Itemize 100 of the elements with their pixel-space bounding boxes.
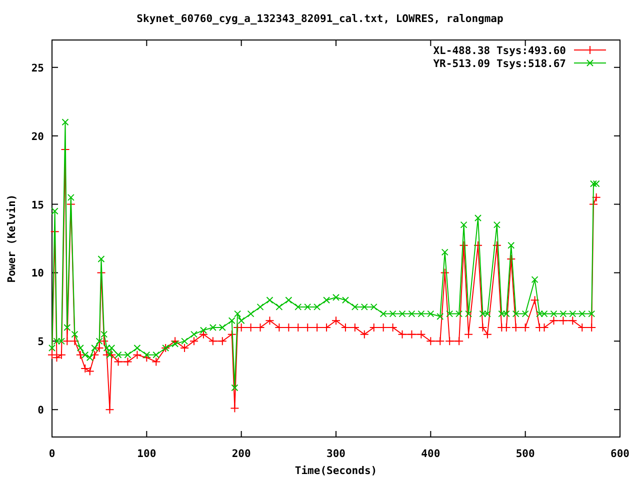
data-point bbox=[48, 350, 56, 360]
data-point bbox=[426, 336, 436, 346]
data-point bbox=[107, 350, 116, 360]
data-point bbox=[98, 256, 105, 263]
data-point bbox=[208, 336, 218, 346]
data-point bbox=[94, 344, 104, 353]
data-point bbox=[247, 310, 254, 318]
data-point bbox=[342, 296, 349, 304]
data-point bbox=[105, 405, 114, 414]
data-point bbox=[265, 316, 274, 326]
data-point bbox=[398, 330, 407, 339]
data-point bbox=[508, 242, 515, 249]
data-point bbox=[436, 313, 444, 320]
data-point bbox=[236, 322, 246, 332]
data-point bbox=[294, 303, 302, 310]
data-point bbox=[474, 214, 482, 222]
legend-label: XL-488.38 Tsys:493.60 bbox=[433, 45, 566, 57]
data-point bbox=[446, 310, 454, 318]
data-point bbox=[588, 310, 596, 318]
x-tick-label: 500 bbox=[516, 448, 535, 460]
data-point bbox=[323, 296, 330, 304]
data-point bbox=[369, 322, 378, 332]
data-point bbox=[294, 322, 303, 332]
data-point bbox=[445, 336, 454, 346]
data-point bbox=[76, 350, 85, 360]
data-point bbox=[70, 336, 80, 346]
data-point bbox=[246, 322, 256, 332]
data-point bbox=[230, 404, 240, 413]
x-tick-label: 200 bbox=[232, 448, 251, 460]
data-point bbox=[380, 310, 387, 318]
y-tick-label: 25 bbox=[31, 62, 44, 74]
data-point bbox=[465, 310, 472, 318]
data-point bbox=[522, 310, 529, 318]
data-point bbox=[540, 322, 549, 332]
data-point bbox=[427, 310, 434, 318]
data-point bbox=[218, 336, 227, 346]
x-tick-label: 300 bbox=[326, 448, 346, 460]
data-point bbox=[274, 322, 284, 332]
data-point bbox=[459, 240, 468, 250]
data-point bbox=[418, 310, 425, 318]
data-point bbox=[114, 357, 123, 366]
data-point bbox=[398, 310, 406, 318]
data-point bbox=[351, 303, 358, 310]
data-point bbox=[531, 276, 538, 284]
data-point bbox=[456, 310, 463, 318]
data-point bbox=[276, 303, 283, 310]
data-point bbox=[332, 316, 340, 326]
data-point bbox=[408, 310, 416, 318]
data-point bbox=[454, 336, 464, 346]
y-axis-label: Power (Kelvin) bbox=[6, 194, 18, 283]
data-point bbox=[506, 254, 516, 264]
data-point bbox=[180, 344, 190, 353]
data-point bbox=[56, 350, 66, 360]
data-point bbox=[568, 316, 578, 326]
data-point bbox=[460, 221, 468, 228]
data-point bbox=[592, 192, 601, 202]
data-point bbox=[482, 330, 492, 339]
data-point bbox=[62, 336, 72, 346]
data-point bbox=[190, 336, 198, 346]
data-point bbox=[478, 322, 488, 332]
data-point bbox=[322, 322, 332, 332]
data-point bbox=[549, 316, 558, 326]
data-point bbox=[360, 303, 368, 310]
data-point bbox=[389, 310, 396, 318]
data-point bbox=[370, 303, 378, 310]
data-point bbox=[492, 240, 502, 250]
y-tick-label: 10 bbox=[31, 268, 44, 280]
data-point bbox=[62, 118, 69, 126]
legend-label: YR-513.09 Tsys:518.67 bbox=[433, 58, 566, 70]
data-point bbox=[231, 384, 238, 392]
x-tick-label: 100 bbox=[137, 448, 156, 460]
y-tick-label: 15 bbox=[31, 199, 44, 212]
data-point bbox=[441, 248, 448, 256]
y-tick-label: 5 bbox=[38, 336, 44, 348]
data-point bbox=[284, 322, 294, 332]
data-point bbox=[512, 310, 520, 318]
data-point bbox=[436, 336, 445, 346]
data-point bbox=[51, 208, 58, 215]
data-point bbox=[530, 296, 540, 305]
data-point bbox=[80, 364, 90, 374]
data-point bbox=[90, 350, 100, 360]
data-point bbox=[303, 322, 312, 332]
data-point bbox=[589, 200, 598, 209]
data-point bbox=[360, 330, 369, 339]
data-point bbox=[152, 357, 161, 366]
x-tick-label: 600 bbox=[610, 448, 630, 460]
data-point bbox=[558, 316, 568, 326]
x-tick-label: 400 bbox=[421, 448, 440, 460]
data-point bbox=[52, 353, 62, 362]
data-point bbox=[502, 322, 511, 332]
data-point bbox=[407, 330, 416, 339]
data-point bbox=[378, 322, 388, 332]
y-tick-label: 0 bbox=[38, 404, 44, 417]
data-point bbox=[520, 322, 530, 332]
data-point bbox=[285, 296, 292, 304]
data-point bbox=[587, 322, 596, 332]
data-point bbox=[493, 221, 500, 228]
data-point bbox=[440, 268, 450, 278]
data-point bbox=[332, 294, 340, 301]
data-point bbox=[511, 322, 520, 332]
